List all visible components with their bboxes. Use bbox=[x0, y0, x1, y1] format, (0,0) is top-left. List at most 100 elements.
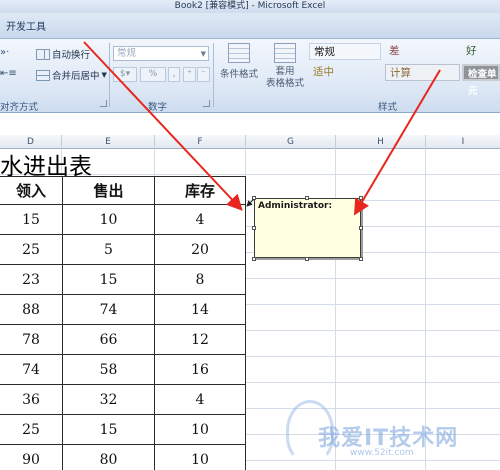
currency-icon: $▾ bbox=[119, 69, 131, 79]
table-cell[interactable]: 16 bbox=[154, 354, 246, 385]
comment-resize-handle[interactable] bbox=[252, 226, 256, 230]
number-format-select[interactable]: 常规 ▼ bbox=[113, 46, 209, 61]
wrap-text-button[interactable]: 自动换行 bbox=[36, 47, 90, 61]
cell-comment-box[interactable]: Administrator: bbox=[254, 198, 361, 258]
decrease-indent-icon: ⇤≡ bbox=[0, 68, 17, 79]
table-cell[interactable]: 80 bbox=[62, 444, 155, 470]
conditional-format-label: 条件格式 bbox=[219, 69, 258, 80]
group-separator bbox=[213, 43, 214, 107]
column-header-i[interactable]: I bbox=[426, 135, 500, 149]
table-cell[interactable]: 10 bbox=[154, 444, 246, 470]
table-cell[interactable]: 88 bbox=[0, 294, 63, 325]
indent-button[interactable]: ⇤≡ bbox=[0, 68, 17, 79]
cell-style-label: 差 bbox=[389, 45, 400, 57]
format-as-table-label-1: 套用 bbox=[275, 66, 295, 77]
format-as-table-icon bbox=[274, 43, 296, 63]
table-cell[interactable]: 58 bbox=[62, 354, 155, 385]
percent-style-button[interactable]: % bbox=[140, 67, 166, 82]
currency-format-button[interactable]: $▾ bbox=[113, 67, 137, 82]
table-cell[interactable]: 10 bbox=[154, 414, 246, 445]
increase-decimal-button[interactable]: ⁺ bbox=[183, 67, 196, 82]
ribbon: »· ⇤≡ 自动换行 合并后居中 ▼ 对齐方式 常规 ▼ $▾ % , ⁺ ⁻ … bbox=[0, 39, 500, 113]
cell-style-normal[interactable]: 常规 bbox=[309, 43, 381, 60]
table-cell[interactable]: 12 bbox=[154, 324, 246, 355]
table-row: 15 10 4 bbox=[0, 204, 246, 235]
table-cell[interactable]: 8 bbox=[154, 264, 246, 295]
header-cell[interactable]: 领入 bbox=[0, 176, 63, 205]
tab-developer[interactable]: 开发工具 bbox=[6, 18, 46, 33]
cell-style-label: 计算 bbox=[390, 67, 411, 79]
comment-resize-handle[interactable] bbox=[359, 257, 363, 261]
table-cell[interactable]: 15 bbox=[62, 264, 155, 295]
comment-resize-handle[interactable] bbox=[305, 196, 309, 200]
cell-style-neutral[interactable]: 适中 bbox=[309, 64, 381, 81]
orientation-button[interactable]: »· bbox=[0, 47, 9, 58]
cell-style-label: 常规 bbox=[314, 46, 335, 58]
group-label-number: 数字 bbox=[148, 102, 168, 113]
column-header-h[interactable]: H bbox=[336, 135, 426, 149]
table-cell[interactable]: 78 bbox=[0, 324, 63, 355]
group-label-styles: 样式 bbox=[378, 102, 398, 113]
comment-resize-handle[interactable] bbox=[252, 257, 256, 261]
format-as-table-label-2: 表格格式 bbox=[265, 78, 304, 89]
chevron-down-icon: ▼ bbox=[200, 50, 206, 58]
table-cell[interactable]: 25 bbox=[0, 234, 63, 265]
wrap-text-label: 自动换行 bbox=[52, 50, 91, 61]
table-cell[interactable]: 32 bbox=[62, 384, 155, 415]
table-cell[interactable]: 14 bbox=[154, 294, 246, 325]
cell-style-label: 适中 bbox=[313, 66, 334, 78]
window-title: Book2 [兼容模式] - Microsoft Excel bbox=[174, 1, 326, 11]
table-cell[interactable]: 20 bbox=[154, 234, 246, 265]
table-header-row: 领入 售出 库存 bbox=[0, 176, 246, 205]
table-cell[interactable]: 36 bbox=[0, 384, 63, 415]
inventory-table: 领入 售出 库存 15 10 4 25 5 20 23 15 8 88 74 1… bbox=[0, 176, 246, 470]
comment-resize-handle[interactable] bbox=[359, 226, 363, 230]
table-row: 23 15 8 bbox=[0, 264, 246, 295]
merge-center-label: 合并后居中 bbox=[52, 71, 100, 82]
table-cell[interactable]: 90 bbox=[0, 444, 63, 470]
table-cell[interactable]: 25 bbox=[0, 414, 63, 445]
comma-label: , bbox=[172, 69, 176, 79]
column-header-g[interactable]: G bbox=[246, 135, 336, 149]
merge-center-button[interactable]: 合并后居中 ▼ bbox=[36, 68, 107, 82]
table-cell[interactable]: 10 bbox=[62, 204, 155, 235]
table-row: 36 32 4 bbox=[0, 384, 246, 415]
table-cell[interactable]: 4 bbox=[154, 384, 246, 415]
cell-style-calculation[interactable]: 计算 bbox=[385, 64, 460, 81]
ribbon-tab-strip: 开发工具 bbox=[0, 13, 500, 39]
decrease-decimal-button[interactable]: ⁻ bbox=[197, 67, 210, 82]
group-label-alignment: 对齐方式 bbox=[0, 102, 39, 113]
table-cell[interactable]: 15 bbox=[0, 204, 63, 235]
header-cell[interactable]: 库存 bbox=[154, 176, 246, 205]
wrap-text-icon bbox=[36, 48, 50, 60]
increase-decimal-icon: ⁺ bbox=[187, 69, 192, 79]
format-as-table-button[interactable]: 套用 表格格式 bbox=[262, 43, 308, 90]
cell-style-label: 检查单元 bbox=[468, 69, 497, 97]
comment-author: Administrator: bbox=[258, 201, 333, 211]
conditional-format-icon bbox=[228, 43, 250, 63]
number-dialog-launcher-icon[interactable] bbox=[203, 100, 210, 107]
comment-resize-handle[interactable] bbox=[359, 196, 363, 200]
table-cell[interactable]: 74 bbox=[62, 294, 155, 325]
comma-style-button[interactable]: , bbox=[168, 67, 180, 82]
cell-style-bad[interactable]: 差 bbox=[385, 43, 460, 60]
table-cell[interactable]: 74 bbox=[0, 354, 63, 385]
table-row: 25 15 10 bbox=[0, 414, 246, 445]
table-cell[interactable]: 66 bbox=[62, 324, 155, 355]
table-cell[interactable]: 23 bbox=[0, 264, 63, 295]
comment-resize-handle[interactable] bbox=[305, 257, 309, 261]
cell-style-check-cell[interactable]: 检查单元 bbox=[462, 64, 500, 97]
comment-resize-handle[interactable] bbox=[252, 196, 256, 200]
cell-style-good[interactable]: 好 bbox=[462, 43, 500, 60]
table-cell[interactable]: 4 bbox=[154, 204, 246, 235]
header-cell[interactable]: 售出 bbox=[62, 176, 155, 205]
table-cell[interactable]: 15 bbox=[62, 414, 155, 445]
conditional-format-button[interactable]: 条件格式 bbox=[217, 43, 261, 80]
alignment-dialog-launcher-icon[interactable] bbox=[100, 100, 107, 107]
column-header-f[interactable]: F bbox=[155, 135, 246, 149]
percent-label: % bbox=[148, 69, 158, 79]
watermark-url: www.52it.com bbox=[350, 448, 414, 458]
table-cell[interactable]: 5 bbox=[62, 234, 155, 265]
chevron-down-icon: ▼ bbox=[101, 71, 107, 79]
group-separator bbox=[109, 43, 110, 107]
